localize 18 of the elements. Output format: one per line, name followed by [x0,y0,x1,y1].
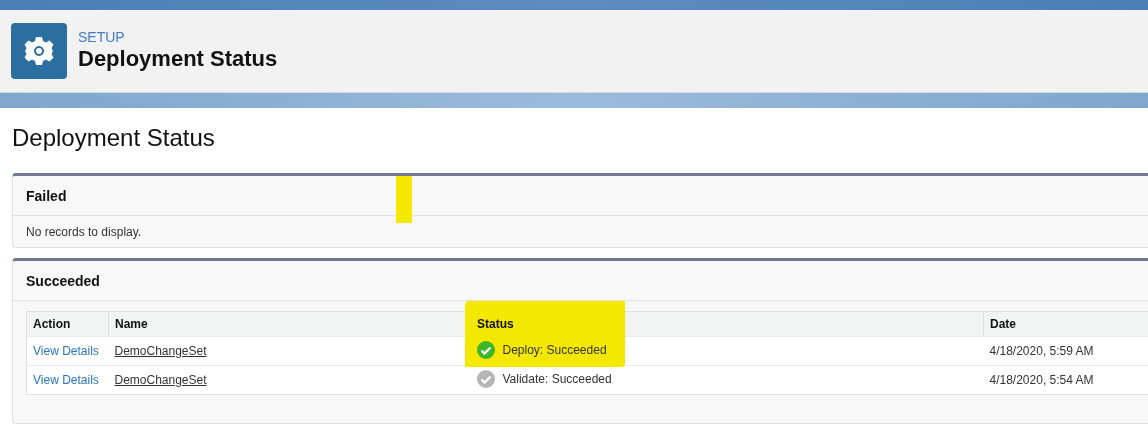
column-header: Status [477,317,514,331]
column-header: Action [33,317,71,331]
column-header: Date [990,317,1016,331]
date-cell: 4/18/2020, 5:59 AM [983,336,1148,366]
status-text: Deploy: Succeeded [502,342,607,357]
status-text: Validate: Succeeded [502,371,612,386]
view-details-link[interactable]: View Details [33,373,99,387]
breadcrumb: SETUP [78,29,126,45]
column-header: Name [115,317,148,331]
header-title: Deployment Status [78,45,278,73]
empty-message: No records to display. [25,224,143,241]
settings-icon [23,35,55,67]
section-title: Failed [13,176,1148,216]
change-set-link[interactable]: DemoChangeSet [114,373,207,387]
page-title: Deployment Status [11,123,216,153]
date-cell: 4/18/2020, 5:54 AM [983,365,1148,395]
change-set-link[interactable]: DemoChangeSet [114,344,207,358]
view-details-link[interactable]: View Details [33,344,99,358]
